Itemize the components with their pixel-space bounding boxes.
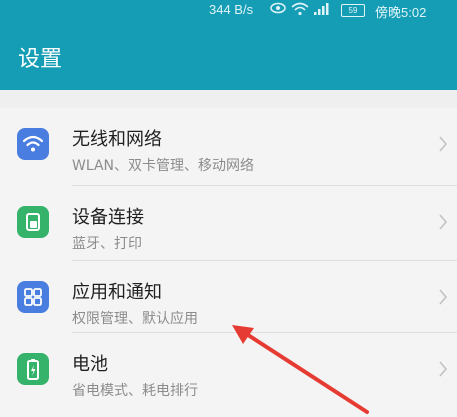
red-annotation-arrow — [232, 325, 369, 414]
